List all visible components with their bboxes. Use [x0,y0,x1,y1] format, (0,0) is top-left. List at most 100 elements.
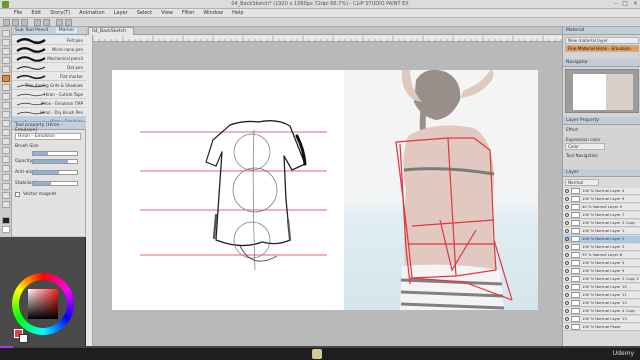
opacity-slider[interactable] [32,159,78,164]
menu-window[interactable]: Window [203,10,223,16]
marker-tab-label[interactable]: Marker [55,28,78,33]
close-icon[interactable]: × [633,0,638,7]
menu-help[interactable]: Help [232,10,243,16]
select-tool-icon[interactable] [2,57,10,64]
layer-row[interactable]: 100 % Normal Layer 4 [564,188,640,195]
brush-item[interactable]: Hiron - Emulsion TMP [12,99,86,108]
menu-layer[interactable]: Layer [114,10,128,16]
brush-tool-icon[interactable] [2,93,10,100]
maximize-icon[interactable]: □ [622,0,628,7]
transform-icon[interactable] [65,19,72,26]
layer-row[interactable]: 100 % Normal Layer 3 Copy 2 [564,276,640,283]
saturation-value-square[interactable] [28,289,58,319]
sub-tool-tab[interactable]: Sub Tool Pencil Marker [12,27,86,35]
pen-tool-icon[interactable] [2,75,10,82]
eye-icon[interactable] [565,277,569,281]
figure-tool-icon[interactable] [2,156,10,163]
layer-row[interactable]: 100 % Normal Layer 9 [564,268,640,275]
layer-row[interactable]: 100 % Normal Layer 13 [564,316,640,323]
layer-row[interactable]: 40 % Normal Layer 5 [564,204,640,211]
minimize-icon[interactable]: – [614,0,617,7]
navigator-tab[interactable]: Navigator [563,59,640,67]
brush-item[interactable]: Felt pen [12,36,86,45]
play-icon[interactable] [312,349,322,359]
layer-row[interactable]: 100 % Normal Layer 3 [564,244,640,251]
eye-icon[interactable] [565,317,569,321]
eye-icon[interactable] [565,325,569,329]
sub-color-swatch-icon[interactable] [2,226,10,233]
blend-tool-icon[interactable] [2,129,10,136]
brush-item[interactable]: Flat marker [12,72,86,81]
undo-icon[interactable] [34,19,41,26]
menu-edit[interactable]: Edit [31,10,41,16]
text-tool-icon[interactable] [2,183,10,190]
layer-row[interactable]: 100 % Normal Layer 6 [564,196,640,203]
layer-tab[interactable]: Layer [563,169,640,177]
save-icon[interactable] [21,19,28,26]
anti-aliasing-slider[interactable] [32,170,78,175]
menu-story[interactable]: Story(T) [50,10,70,16]
redo-icon[interactable] [43,19,50,26]
vector-magnet-checkbox[interactable] [15,192,20,197]
eye-icon[interactable] [565,221,569,225]
balloon-tool-icon[interactable] [2,192,10,199]
eye-icon[interactable] [565,237,569,241]
eye-icon[interactable] [565,309,569,313]
layer-row[interactable]: 100 % Normal Layer 12 [564,300,640,307]
menu-select[interactable]: Select [137,10,152,16]
ruler-tool-icon[interactable] [2,174,10,181]
layer-row[interactable]: 100 % Normal Paper [564,324,640,331]
decoration-tool-icon[interactable] [2,111,10,118]
blend-mode-select[interactable]: Normal [565,179,599,186]
eye-icon[interactable] [565,189,569,193]
eraser-tool-icon[interactable] [2,120,10,127]
layer-row[interactable]: 100 % Normal Layer 4 Copy [564,308,640,315]
eye-icon[interactable] [565,261,569,265]
layer-row[interactable]: 100 % Normal Layer 2 [564,236,640,243]
operation-tool-icon[interactable] [2,48,10,55]
brush-item[interactable]: Thin Analog Grits & Shadows [12,81,86,90]
document-tab[interactable]: 04_BackSketch [88,27,134,35]
gradient-tool-icon[interactable] [2,147,10,154]
material-item[interactable]: New material layer [565,37,639,44]
eyedropper-tool-icon[interactable] [2,66,10,73]
layer-row[interactable]: 100 % Normal Layer 11 [564,292,640,299]
layer-row[interactable]: 100 % Normal Layer 1 [564,228,640,235]
expression-color-select[interactable]: Color [565,143,605,150]
eye-icon[interactable] [565,229,569,233]
correct-line-tool-icon[interactable] [2,201,10,208]
stabilization-slider[interactable] [32,181,78,186]
brush-item[interactable]: Mechanical pencil [12,54,86,63]
eye-icon[interactable] [565,269,569,273]
layer-row[interactable]: 100 % Normal Layer 10 [564,284,640,291]
layer-row[interactable]: 35 % Normal Layer 8 [564,252,640,259]
eye-icon[interactable] [565,253,569,257]
tool-property-tab[interactable]: Tool property [Hiron - Emulsion] [12,122,86,133]
layer-row[interactable]: 100 % Normal Layer 5 [564,260,640,267]
clear-icon[interactable] [56,19,63,26]
layer-property-tab[interactable]: Layer Property [563,117,640,125]
menu-view[interactable]: View [161,10,173,16]
pencil-tool-icon[interactable] [2,84,10,91]
material-panel-header[interactable]: Material [563,27,640,35]
menu-animation[interactable]: Animation [79,10,105,16]
eye-icon[interactable] [565,213,569,217]
eye-icon[interactable] [565,245,569,249]
new-icon[interactable] [3,19,10,26]
brush-item[interactable]: Hiron - Cuticle Tape [12,90,86,99]
fill-tool-icon[interactable] [2,138,10,145]
open-icon[interactable] [12,19,19,26]
eye-icon[interactable] [565,293,569,297]
main-color-swatch-icon[interactable] [2,217,10,224]
material-item-selected[interactable]: Fine Material Hiron - Emulsion [565,45,639,52]
layer-row[interactable]: 100 % Normal Layer 3 Copy [564,220,640,227]
navigator-preview[interactable] [565,69,639,113]
menu-file[interactable]: File [14,10,22,16]
sub-color-swatch[interactable] [19,334,28,343]
brush-item[interactable]: Micro-nano pen [12,45,86,54]
eye-icon[interactable] [565,301,569,305]
brush-size-slider[interactable] [32,151,78,156]
eye-icon[interactable] [565,205,569,209]
zoom-tool-icon[interactable] [2,30,10,37]
drawing-canvas[interactable] [112,70,538,310]
